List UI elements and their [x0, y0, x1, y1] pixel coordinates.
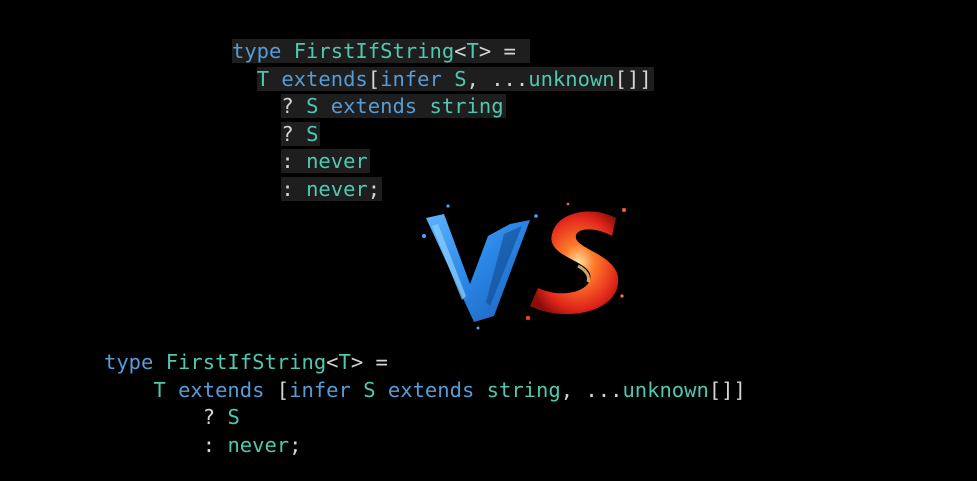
- code-token: T: [466, 39, 479, 63]
- code-content: : never;: [281, 176, 383, 201]
- code-line: ? S extends string: [232, 93, 654, 121]
- vs-brush-logo-icon: [422, 202, 626, 330]
- code-content: ? S: [281, 121, 321, 146]
- code-token: infer: [289, 377, 351, 402]
- code-token: S: [227, 405, 240, 430]
- code-token: unknown: [528, 66, 615, 91]
- code-token: :: [281, 149, 307, 174]
- code-token: []]: [614, 66, 652, 91]
- code-content: ? S extends string: [281, 94, 506, 119]
- code-token: ;: [367, 176, 381, 201]
- code-token: T: [256, 66, 270, 91]
- code-token: T: [338, 350, 351, 374]
- code-token: ?: [281, 121, 307, 146]
- code-line: ? S: [232, 121, 654, 149]
- code-token: []]: [708, 377, 746, 402]
- code-token: infer: [380, 66, 442, 91]
- code-token: <: [454, 39, 467, 63]
- code-token: ?: [281, 94, 307, 119]
- code-token: S: [306, 94, 319, 119]
- code-token: FirstIfString: [293, 39, 455, 63]
- s-letter: [525, 202, 626, 321]
- code-token: :: [281, 176, 307, 201]
- code-token: :: [202, 432, 228, 457]
- code-line: : never;: [104, 432, 746, 460]
- code-line: type FirstIfString<T> =: [232, 38, 654, 66]
- code-line: : never: [232, 148, 654, 176]
- code-token: <: [326, 350, 339, 374]
- code-token: FirstIfString: [165, 350, 327, 374]
- code-token: extends: [178, 377, 265, 402]
- code-content: type FirstIfString<T> =: [104, 350, 388, 374]
- code-line: T extends [infer S extends string, ...un…: [104, 377, 746, 405]
- code-token: type: [232, 39, 282, 63]
- code-token: never: [306, 149, 368, 174]
- code-content: T extends[infer S, ...unknown[]]: [256, 66, 654, 91]
- code-content: T extends [infer S extends string, ...un…: [153, 378, 746, 402]
- code-token: never: [306, 176, 368, 201]
- code-token: string: [486, 377, 561, 402]
- code-token: [: [367, 66, 381, 91]
- code-token: T: [153, 377, 166, 402]
- code-token: S: [363, 377, 376, 402]
- code-snippet-verbose: type FirstIfString<T> = T extends[infer …: [232, 38, 654, 204]
- code-token: , ...: [560, 377, 623, 402]
- code-token: , ...: [466, 66, 529, 91]
- code-line: type FirstIfString<T> =: [104, 349, 746, 377]
- code-token: extends: [330, 94, 418, 119]
- code-token: ;: [289, 432, 302, 457]
- code-token: type: [104, 350, 154, 374]
- code-content: : never;: [203, 433, 302, 457]
- v-letter: [422, 204, 538, 330]
- code-token: S: [454, 66, 467, 91]
- code-token: S: [306, 121, 319, 146]
- code-snippet-concise: type FirstIfString<T> = T extends [infer…: [104, 349, 746, 459]
- code-token: extends: [387, 377, 475, 402]
- code-token: ?: [202, 405, 228, 430]
- code-token: never: [227, 432, 290, 457]
- code-content: ? S: [203, 405, 240, 429]
- code-line: ? S: [104, 404, 746, 432]
- code-token: string: [429, 94, 504, 119]
- code-token: > =: [478, 39, 529, 63]
- code-content: : never: [281, 149, 370, 174]
- code-token: extends: [281, 66, 368, 91]
- code-token: [: [264, 377, 290, 402]
- code-content: type FirstIfString<T> =: [232, 39, 531, 63]
- code-token: unknown: [622, 377, 709, 402]
- code-token: > =: [350, 350, 388, 374]
- code-line: T extends[infer S, ...unknown[]]: [232, 66, 654, 94]
